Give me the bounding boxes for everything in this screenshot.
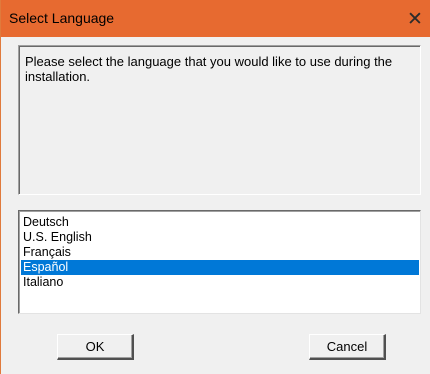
- language-item-italiano[interactable]: Italiano: [21, 275, 419, 290]
- select-language-dialog: Select Language ✕ Please select the lang…: [0, 0, 430, 374]
- close-icon: ✕: [407, 7, 423, 30]
- language-list[interactable]: Deutsch U.S. English Français Español It…: [18, 210, 421, 314]
- close-button[interactable]: ✕: [400, 0, 430, 37]
- language-item-espanol[interactable]: Español: [21, 260, 419, 275]
- ok-button[interactable]: OK: [57, 334, 134, 360]
- cancel-button[interactable]: Cancel: [309, 334, 386, 360]
- message-panel: Please select the language that you woul…: [18, 45, 421, 195]
- title-bar[interactable]: Select Language ✕: [1, 0, 430, 37]
- instruction-text: Please select the language that you woul…: [25, 54, 393, 84]
- language-item-us-english[interactable]: U.S. English: [21, 230, 419, 245]
- language-item-deutsch[interactable]: Deutsch: [21, 215, 419, 230]
- language-item-francais[interactable]: Français: [21, 245, 419, 260]
- window-title: Select Language: [9, 10, 115, 26]
